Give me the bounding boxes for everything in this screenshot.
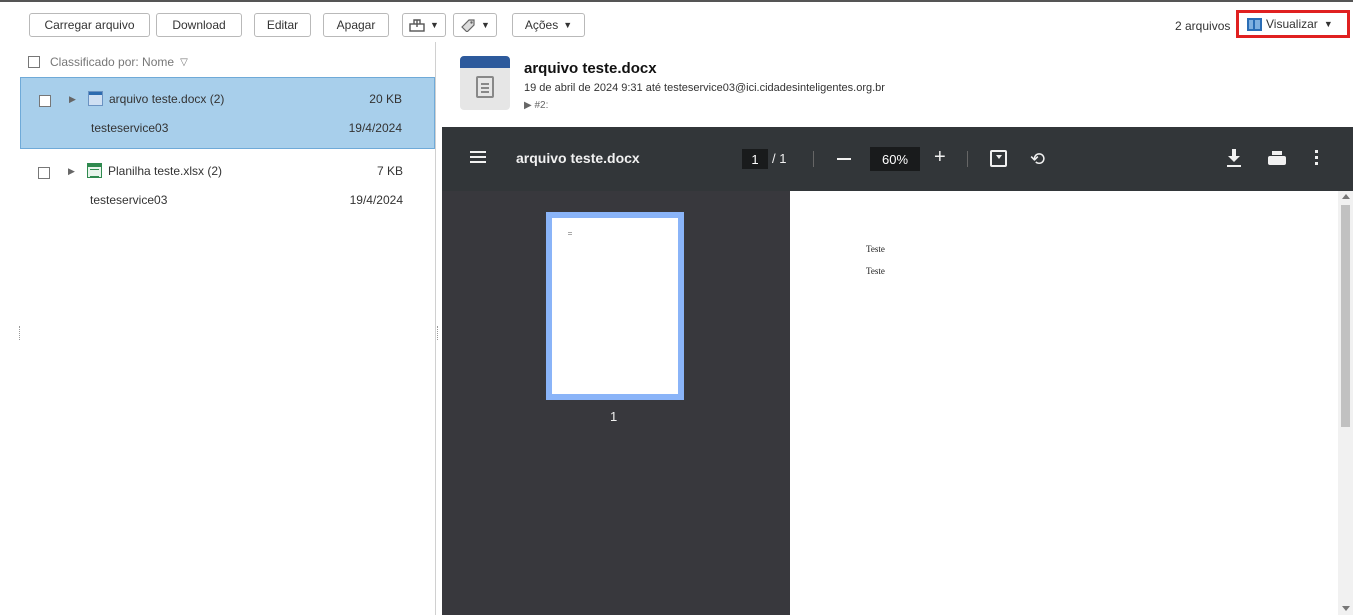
file-name[interactable]: Planilha teste.xlsx (2): [108, 164, 222, 178]
thumbnail-label: 1: [610, 409, 618, 424]
left-resize-handle[interactable]: [19, 326, 21, 340]
file-size: 20 KB: [369, 92, 402, 106]
page-text-line: Teste: [866, 266, 885, 276]
menu-icon[interactable]: [470, 151, 486, 163]
scroll-down-arrow-icon[interactable]: [1342, 606, 1350, 611]
actions-dropdown-button[interactable]: Ações ▼: [512, 13, 585, 37]
page-view: Teste Teste: [790, 191, 1353, 615]
file-list: Classificado por: Nome ▽ ▶ arquivo teste…: [20, 50, 435, 615]
select-all-checkbox[interactable]: [28, 56, 40, 68]
download-button[interactable]: Download: [156, 13, 242, 37]
expand-arrow-icon[interactable]: ▶: [68, 166, 75, 177]
viewer-toolbar: arquivo teste.docx 1 / 1 60% + ⟲: [442, 127, 1353, 191]
delete-button-label: Apagar: [336, 18, 376, 32]
page-total: / 1: [772, 151, 787, 166]
toolbar: Carregar arquivo Download Editar Apagar …: [0, 0, 1353, 40]
scroll-up-arrow-icon[interactable]: [1342, 194, 1350, 199]
revision-toggle[interactable]: ▶ #2:: [524, 100, 548, 111]
page-text-line: Teste: [866, 244, 885, 254]
zoom-in-icon[interactable]: +: [934, 146, 946, 169]
zoom-out-icon[interactable]: [837, 158, 851, 160]
share-icon: [409, 19, 425, 32]
row-checkbox[interactable]: [38, 167, 50, 179]
page-thumbnail[interactable]: [546, 212, 684, 400]
sort-header[interactable]: Classificado por: Nome ▽: [20, 50, 435, 74]
more-options-icon[interactable]: [1315, 150, 1318, 166]
actions-button-label: Ações: [524, 18, 559, 32]
rotate-icon[interactable]: ⟲: [1030, 149, 1045, 170]
delete-button[interactable]: Apagar: [323, 13, 389, 37]
file-count: 2 arquivos: [1175, 19, 1231, 33]
upload-button[interactable]: Carregar arquivo: [29, 13, 150, 37]
tag-icon: [461, 19, 475, 32]
toolbar-separator: [813, 151, 814, 167]
docx-file-icon: [88, 91, 103, 106]
thumbnail-text-mark: [568, 232, 572, 235]
sort-direction-icon[interactable]: ▽: [180, 57, 188, 68]
file-row[interactable]: ▶ Planilha teste.xlsx (2) 7 KB testeserv…: [20, 150, 435, 222]
viewer-title: arquivo teste.docx: [516, 150, 640, 166]
xlsx-file-icon: [87, 163, 102, 178]
upload-button-label: Carregar arquivo: [44, 18, 135, 32]
edit-button-label: Editar: [266, 18, 299, 32]
download-button-label: Download: [172, 18, 226, 32]
edit-button[interactable]: Editar: [254, 13, 311, 37]
expand-arrow-icon[interactable]: ▶: [69, 94, 76, 105]
toolbar-separator: [967, 151, 968, 167]
preview-header: arquivo teste.docx 19 de abril de 2024 9…: [460, 56, 1340, 124]
file-date: 19/4/2024: [348, 121, 402, 135]
zoom-input[interactable]: 60%: [870, 147, 920, 171]
download-icon[interactable]: [1227, 149, 1241, 167]
chevron-down-icon: ▼: [481, 20, 490, 30]
view-button-label: Visualizar: [1266, 17, 1318, 31]
pane-divider: [435, 42, 436, 615]
chevron-down-icon: ▼: [1323, 19, 1333, 29]
preview-title: arquivo teste.docx: [524, 60, 657, 77]
pane-resize-handle[interactable]: [437, 326, 439, 340]
chevron-down-icon: ▼: [563, 20, 573, 30]
pdf-viewer: arquivo teste.docx 1 / 1 60% + ⟲ 1 Teste…: [442, 127, 1353, 615]
file-owner: testeservice03: [91, 121, 169, 135]
file-row[interactable]: ▶ arquivo teste.docx (2) 20 KB testeserv…: [20, 77, 435, 149]
preview-pane-icon: [1247, 17, 1262, 31]
fit-page-icon[interactable]: [990, 150, 1007, 167]
chevron-down-icon: ▼: [430, 20, 439, 30]
file-size: 7 KB: [376, 164, 403, 178]
share-dropdown-button[interactable]: ▼: [402, 13, 446, 37]
sort-label: Classificado por: Nome: [50, 55, 175, 69]
file-owner: testeservice03: [90, 193, 168, 207]
file-name[interactable]: arquivo teste.docx (2): [109, 92, 224, 106]
print-icon[interactable]: [1268, 151, 1286, 165]
thumbnail-sidebar: 1: [442, 191, 790, 615]
scrollbar-thumb[interactable]: [1341, 205, 1350, 427]
page-number-input[interactable]: 1: [742, 149, 768, 169]
row-checkbox[interactable]: [39, 95, 51, 107]
document-page: Teste Teste: [790, 191, 1338, 615]
file-date: 19/4/2024: [349, 193, 403, 207]
preview-meta: 19 de abril de 2024 9:31 até testeservic…: [524, 82, 885, 94]
viewer-scrollbar[interactable]: [1338, 191, 1353, 615]
document-icon: [460, 56, 510, 110]
tag-dropdown-button[interactable]: ▼: [453, 13, 497, 37]
view-dropdown-button[interactable]: Visualizar ▼: [1236, 10, 1350, 38]
